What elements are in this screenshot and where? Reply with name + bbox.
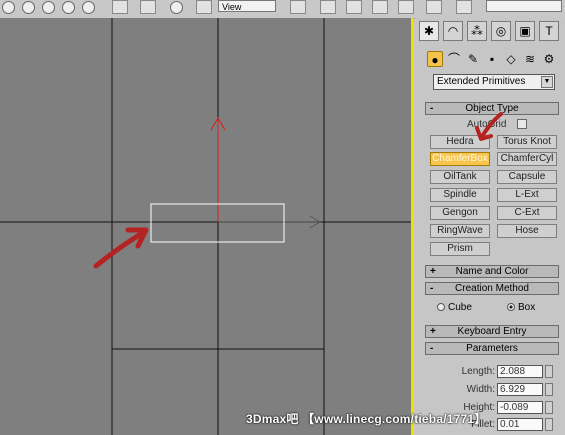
rollout-sign: + xyxy=(430,266,436,277)
hose-button[interactable]: Hose xyxy=(497,224,557,238)
chevron-down-icon[interactable]: ▼ xyxy=(541,76,553,88)
rotate-icon[interactable] xyxy=(22,1,35,14)
fillet-field[interactable]: 0.01 xyxy=(497,418,543,431)
creation-method-box-radio[interactable]: Box xyxy=(507,302,535,313)
length-field[interactable]: 2.088 xyxy=(497,365,543,378)
width-param: Width: 6.929 xyxy=(445,383,555,397)
prism-button[interactable]: Prism xyxy=(430,242,490,256)
lights-icon[interactable]: ✎ xyxy=(465,51,481,67)
width-field[interactable]: 6.929 xyxy=(497,383,543,396)
spindle-button[interactable]: Spindle xyxy=(430,188,490,202)
motion-tab-icon[interactable]: ◎ xyxy=(491,21,511,41)
material-editor-icon[interactable] xyxy=(372,0,388,14)
rollout-sign: - xyxy=(430,343,434,354)
systems-icon[interactable]: ⚙ xyxy=(541,51,557,67)
chamferbox-button[interactable]: ChamferBox xyxy=(430,152,490,166)
category-dropdown-value: Extended Primitives xyxy=(437,76,526,87)
create-subcategory-row: ● ⌒ ✎ ▪ ◇ ≋ ⚙ xyxy=(427,51,563,69)
rollout-sign: + xyxy=(430,326,436,337)
mirror-icon[interactable] xyxy=(140,0,156,14)
modify-tab-icon[interactable]: ◠ xyxy=(443,21,463,41)
render-icon[interactable] xyxy=(456,0,472,14)
display-tab-icon[interactable]: ▣ xyxy=(515,21,535,41)
utilities-tab-icon[interactable]: T xyxy=(539,21,559,41)
scale-icon[interactable] xyxy=(42,1,55,14)
viewport-canvas xyxy=(0,18,411,435)
rollout-title: Name and Color xyxy=(455,266,529,277)
cameras-icon[interactable]: ▪ xyxy=(484,51,500,67)
radio-label: Box xyxy=(518,302,536,313)
align-icon[interactable] xyxy=(196,0,212,14)
rollout-title: Creation Method xyxy=(455,283,529,294)
space-warps-icon[interactable]: ≋ xyxy=(522,51,538,67)
height-field[interactable]: -0.089 xyxy=(497,401,543,414)
annotation-arrow xyxy=(475,112,503,141)
link-icon[interactable] xyxy=(62,1,75,14)
render-setup-icon[interactable] xyxy=(398,0,414,14)
chamfercyl-button[interactable]: ChamferCyl xyxy=(497,152,557,166)
schematic-view-icon[interactable] xyxy=(346,0,362,14)
creation-method-rollout-header[interactable]: - Creation Method xyxy=(425,282,559,295)
capsule-button[interactable]: Capsule xyxy=(497,170,557,184)
radio-label: Cube xyxy=(448,302,472,313)
shapes-icon[interactable]: ⌒ xyxy=(446,51,462,67)
width-label: Width: xyxy=(466,384,495,395)
gengon-button[interactable]: Gengon xyxy=(430,206,490,220)
select-icon[interactable] xyxy=(2,1,15,14)
ringwave-button[interactable]: RingWave xyxy=(430,224,490,238)
autogrid-checkbox[interactable] xyxy=(517,119,527,129)
watermark-text: 3Dmax吧 【www.linecg.com/tieba/1771】 xyxy=(246,412,487,426)
rollout-sign: - xyxy=(430,103,434,114)
create-tab-icon[interactable]: ✱ xyxy=(419,21,439,41)
length-spinner[interactable] xyxy=(545,365,553,378)
viewport-top[interactable] xyxy=(0,18,414,435)
helpers-icon[interactable]: ◇ xyxy=(503,51,519,67)
name-and-color-rollout-header[interactable]: + Name and Color xyxy=(425,265,559,278)
hierarchy-tab-icon[interactable]: ⁂ xyxy=(467,21,487,41)
radio-dot-selected xyxy=(507,303,515,312)
c-ext-button[interactable]: C-Ext xyxy=(497,206,557,220)
radio-dot xyxy=(437,303,445,312)
category-dropdown[interactable]: Extended Primitives ▼ xyxy=(433,74,555,90)
main-toolbar: View xyxy=(0,0,565,19)
height-spinner[interactable] xyxy=(545,401,553,414)
render-type-dropdown[interactable] xyxy=(486,0,562,12)
width-spinner[interactable] xyxy=(545,383,553,396)
rollout-sign: - xyxy=(430,283,434,294)
parameters-rollout-header[interactable]: - Parameters xyxy=(425,342,559,355)
bind-space-warp-icon[interactable] xyxy=(112,0,128,14)
quick-render-icon[interactable] xyxy=(426,0,442,14)
unlink-icon[interactable] xyxy=(82,1,95,14)
command-panel: ✱ ◠ ⁂ ◎ ▣ T ● ⌒ ✎ ▪ ◇ ≋ ⚙ Extended Primi… xyxy=(415,18,565,435)
command-panel-tabs: ✱ ◠ ⁂ ◎ ▣ T xyxy=(419,21,563,43)
length-param: Length: 2.088 xyxy=(445,365,555,379)
curve-editor-icon[interactable] xyxy=(320,0,336,14)
rollout-title: Parameters xyxy=(466,343,518,354)
reference-coord-dropdown[interactable]: View xyxy=(218,0,276,12)
rotate-view-icon[interactable] xyxy=(170,1,183,14)
rollout-title: Keyboard Entry xyxy=(457,326,527,337)
fillet-spinner[interactable] xyxy=(545,418,553,431)
length-label: Length: xyxy=(461,366,495,377)
creation-method-cube-radio[interactable]: Cube xyxy=(437,302,472,313)
annotation-arrow xyxy=(93,227,149,269)
oiltank-button[interactable]: OilTank xyxy=(430,170,490,184)
keyboard-entry-rollout-header[interactable]: + Keyboard Entry xyxy=(425,325,559,338)
layer-icon[interactable] xyxy=(290,0,306,14)
l-ext-button[interactable]: L-Ext xyxy=(497,188,557,202)
geometry-icon[interactable]: ● xyxy=(427,51,443,67)
